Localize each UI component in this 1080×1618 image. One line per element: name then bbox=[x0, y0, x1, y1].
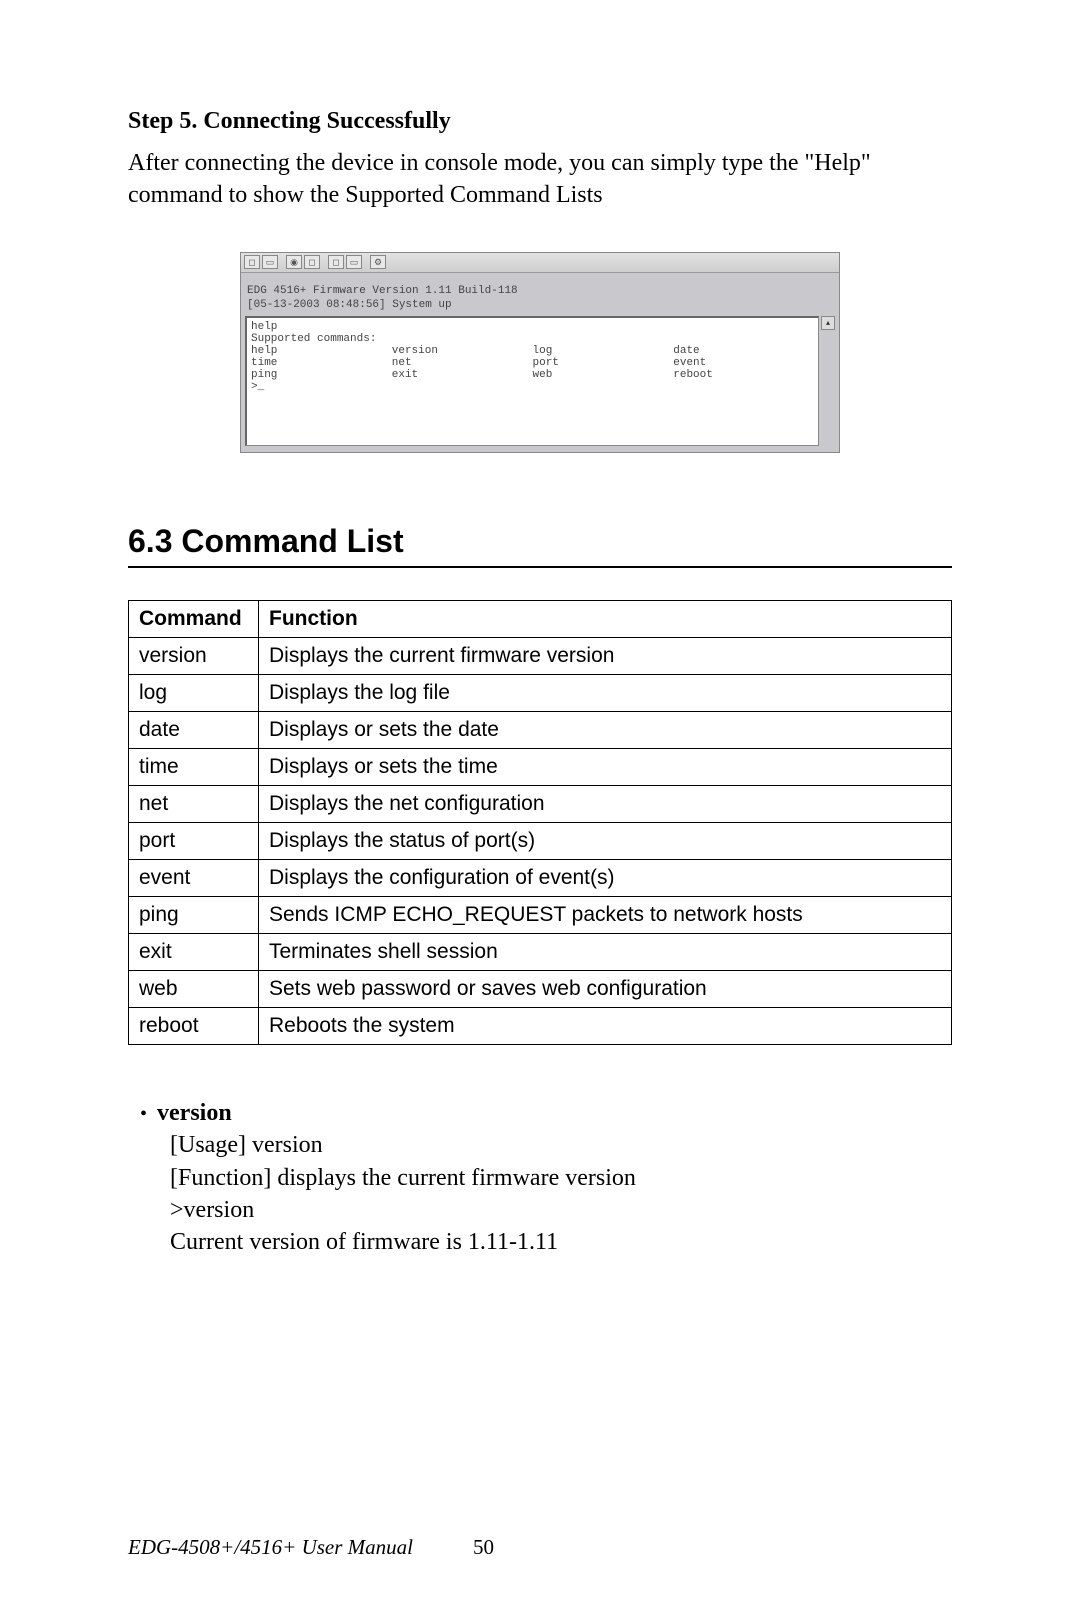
console-terminal: help Supported commands: help version lo… bbox=[245, 316, 819, 446]
toolbar-icon: ◻ bbox=[304, 255, 320, 269]
systemup-line: [05-13-2003 08:48:56] System up bbox=[247, 299, 833, 313]
table-row: versionDisplays the current firmware ver… bbox=[129, 638, 952, 675]
section-rule bbox=[128, 566, 952, 568]
toolbar-icon: ◻ bbox=[328, 255, 344, 269]
bullet-body: [Usage] version [Function] displays the … bbox=[170, 1129, 952, 1259]
console-info: EDG 4516+ Firmware Version 1.11 Build-11… bbox=[241, 273, 839, 317]
firmware-line: EDG 4516+ Firmware Version 1.11 Build-11… bbox=[247, 285, 833, 299]
cell-command: web bbox=[129, 971, 259, 1008]
cell-function: Displays the current firmware version bbox=[259, 638, 952, 675]
cell-command: ping bbox=[129, 897, 259, 934]
cell-function: Displays the status of port(s) bbox=[259, 823, 952, 860]
cell-command: time bbox=[129, 749, 259, 786]
toolbar-icon: ⚙ bbox=[370, 255, 386, 269]
cell-command: version bbox=[129, 638, 259, 675]
command-row: time net port event bbox=[251, 357, 814, 369]
page-footer: EDG-4508+/4516+ User Manual 50 bbox=[128, 1535, 494, 1560]
cell-function: Displays or sets the date bbox=[259, 712, 952, 749]
cell-command: net bbox=[129, 786, 259, 823]
table-row: webSets web password or saves web config… bbox=[129, 971, 952, 1008]
bullet-head: version bbox=[157, 1100, 232, 1127]
table-row: logDisplays the log file bbox=[129, 675, 952, 712]
table-row: portDisplays the status of port(s) bbox=[129, 823, 952, 860]
command-row: help version log date bbox=[251, 345, 814, 357]
table-row: dateDisplays or sets the date bbox=[129, 712, 952, 749]
cell-command: port bbox=[129, 823, 259, 860]
cell-command: reboot bbox=[129, 1008, 259, 1045]
cell-function: Displays the configuration of event(s) bbox=[259, 860, 952, 897]
console-window: ◻ ▭ ◉ ◻ ◻ ▭ ⚙ EDG 4516+ Firmware Version… bbox=[240, 252, 840, 454]
cell-command: date bbox=[129, 712, 259, 749]
toolbar-icon: ▭ bbox=[346, 255, 362, 269]
version-detail: • version [Usage] version [Function] dis… bbox=[140, 1100, 952, 1259]
prompt: >_ bbox=[251, 381, 814, 393]
step-body: After connecting the device in console m… bbox=[128, 147, 952, 212]
help-command: help bbox=[251, 321, 814, 333]
toolbar-icon: ◉ bbox=[286, 255, 302, 269]
supported-label: Supported commands: bbox=[251, 333, 814, 345]
th-command: Command bbox=[129, 601, 259, 638]
cell-function: Displays the log file bbox=[259, 675, 952, 712]
table-row: rebootReboots the system bbox=[129, 1008, 952, 1045]
cell-function: Sends ICMP ECHO_REQUEST packets to netwo… bbox=[259, 897, 952, 934]
table-row: timeDisplays or sets the time bbox=[129, 749, 952, 786]
cell-command: exit bbox=[129, 934, 259, 971]
table-row: netDisplays the net configuration bbox=[129, 786, 952, 823]
scrollbar: ▴ bbox=[819, 316, 835, 446]
console-toolbar: ◻ ▭ ◉ ◻ ◻ ▭ ⚙ bbox=[241, 253, 839, 273]
cell-command: event bbox=[129, 860, 259, 897]
console-screenshot: ◻ ▭ ◉ ◻ ◻ ▭ ⚙ EDG 4516+ Firmware Version… bbox=[240, 252, 840, 454]
cell-function: Sets web password or saves web configura… bbox=[259, 971, 952, 1008]
cell-function: Displays the net configuration bbox=[259, 786, 952, 823]
scroll-up-icon: ▴ bbox=[821, 316, 835, 330]
cell-function: Reboots the system bbox=[259, 1008, 952, 1045]
toolbar-icon: ▭ bbox=[262, 255, 278, 269]
toolbar-icon: ◻ bbox=[244, 255, 260, 269]
command-table: Command Function versionDisplays the cur… bbox=[128, 600, 952, 1045]
footer-title: EDG-4508+/4516+ User Manual bbox=[128, 1535, 413, 1560]
cell-function: Displays or sets the time bbox=[259, 749, 952, 786]
footer-page: 50 bbox=[473, 1535, 494, 1560]
cell-function: Terminates shell session bbox=[259, 934, 952, 971]
section-heading: 6.3 Command List bbox=[128, 523, 952, 560]
step-heading: Step 5. Connecting Successfully bbox=[128, 108, 952, 135]
th-function: Function bbox=[259, 601, 952, 638]
cell-command: log bbox=[129, 675, 259, 712]
bullet-icon: • bbox=[140, 1104, 147, 1124]
table-row: pingSends ICMP ECHO_REQUEST packets to n… bbox=[129, 897, 952, 934]
command-row: ping exit web reboot bbox=[251, 369, 814, 381]
table-row: eventDisplays the configuration of event… bbox=[129, 860, 952, 897]
table-row: exitTerminates shell session bbox=[129, 934, 952, 971]
